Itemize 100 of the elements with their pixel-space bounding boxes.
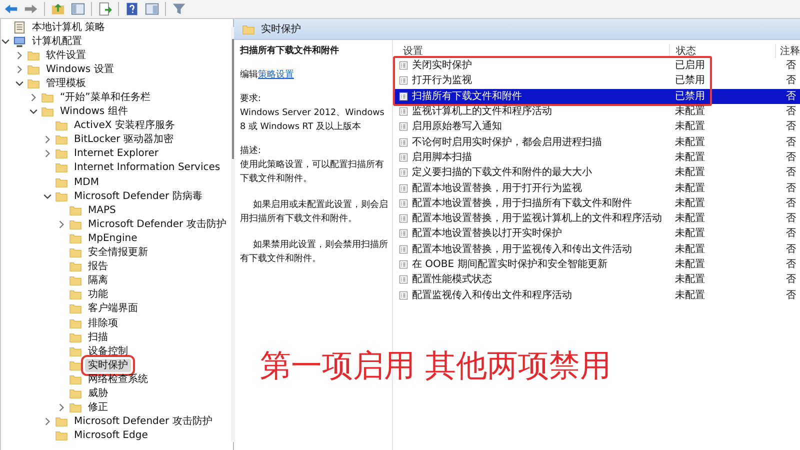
tree-item[interactable]: Internet Information Services — [71, 161, 224, 174]
policy-row[interactable]: 配置本地设置替换，用于监视计算机上的文件和程序活动 未配置 否 — [393, 210, 800, 226]
policy-row[interactable]: 配置本地设置替换，用于监视传入和传出文件活动 未配置 否 — [393, 242, 800, 257]
policy-row[interactable]: 配置监视传入和传出文件和程序活动 未配置 否 — [393, 287, 800, 303]
properties-icon[interactable] — [145, 2, 159, 16]
tree-item[interactable]: 功能 — [85, 288, 111, 302]
folder-icon — [55, 119, 68, 132]
tree-item[interactable]: Windows 设置 — [43, 62, 117, 76]
setting-icon — [399, 260, 408, 269]
collapse-chevron-icon[interactable] — [43, 192, 52, 201]
tree-item[interactable]: “开始”菜单和任务栏 — [57, 91, 154, 104]
collapse-chevron-icon[interactable] — [1, 36, 10, 46]
folder-icon — [55, 161, 68, 174]
tree-item[interactable]: Internet Explorer — [71, 147, 162, 160]
tree-item[interactable]: 实时保护 — [85, 358, 131, 372]
tree-item[interactable]: MpEngine — [85, 232, 140, 245]
setting-icon — [399, 229, 408, 238]
folder-icon — [69, 232, 82, 245]
policy-row[interactable]: 扫描所有下载文件和附件 已禁用 否 — [393, 88, 800, 104]
policy-row[interactable]: 配置本地设置替换，用于扫描所有下载文件和附件 未配置 否 — [393, 196, 800, 211]
expand-chevron-icon[interactable] — [57, 403, 66, 412]
scrollbar[interactable] — [231, 27, 236, 442]
folder-icon — [55, 176, 68, 189]
collapse-chevron-icon[interactable] — [29, 107, 38, 116]
tree-item[interactable]: MDM — [71, 176, 102, 189]
tree-item[interactable]: 扫描 — [85, 330, 111, 344]
expand-chevron-icon[interactable] — [29, 93, 38, 102]
tree-item[interactable]: BitLocker 驱动器加密 — [71, 133, 176, 146]
setting-icon — [399, 61, 408, 70]
expand-chevron-icon[interactable] — [15, 64, 24, 74]
folder-icon — [69, 386, 82, 400]
tree-item[interactable]: 软件设置 — [43, 48, 89, 62]
tree-item[interactable]: 安全情报更新 — [85, 246, 151, 260]
expand-chevron-icon[interactable] — [43, 135, 52, 144]
policy-row[interactable]: 关闭实时保护 已启用 否 — [393, 58, 800, 74]
setting-icon — [399, 152, 408, 162]
folder-icon — [69, 358, 82, 372]
back-arrow-icon[interactable] — [4, 2, 18, 16]
policy-row[interactable]: 启用原始卷写入通知 未配置 否 — [393, 119, 800, 134]
folder-icon — [69, 344, 82, 358]
requirements-text: Windows Server 2012、Windows 8 或 Windows RT 及以上版本 — [240, 107, 386, 134]
tree-item[interactable]: 报告 — [85, 260, 111, 274]
folder-icon — [27, 62, 40, 76]
tree-item[interactable]: 隔离 — [85, 274, 111, 288]
policy-row[interactable]: 在 OOBE 期间配置实时保护和安全智能更新 未配置 否 — [393, 256, 800, 272]
tree-item[interactable]: 设备控制 — [85, 344, 131, 358]
expand-chevron-icon[interactable] — [15, 50, 24, 60]
policy-row[interactable]: 配置性能模式状态 未配置 否 — [393, 272, 800, 288]
tree-item[interactable]: 计算机配置 — [29, 34, 85, 48]
collapse-chevron-icon[interactable] — [15, 78, 24, 88]
tree-item[interactable]: Windows 组件 — [57, 105, 131, 118]
description-text: 如果禁用此设置，则会禁用扫描所有下载文件和附件。 — [240, 238, 390, 266]
folder-icon — [41, 105, 54, 118]
folder-up-icon[interactable] — [51, 2, 65, 16]
tree-item[interactable]: 本地计算机 策略 — [29, 20, 108, 34]
column-header[interactable]: 状态 — [670, 44, 776, 58]
forward-arrow-icon[interactable] — [24, 2, 38, 16]
column-header[interactable]: 注释 — [776, 44, 800, 58]
policy-row[interactable]: 配置本地设置替换以打开实时保护 未配置 否 — [393, 226, 800, 242]
expand-chevron-icon[interactable] — [43, 149, 52, 158]
help-icon[interactable] — [125, 2, 139, 16]
setting-icon — [399, 290, 408, 300]
tree-item[interactable]: 管理模板 — [43, 76, 89, 90]
folder-icon — [69, 218, 82, 231]
policy-title: 扫描所有下载文件和附件 — [240, 44, 340, 58]
policy-row[interactable]: 启用脚本扫描 未配置 否 — [393, 150, 800, 166]
policy-row[interactable]: 打开行为监视 已禁用 否 — [393, 73, 800, 89]
panel-icon[interactable] — [71, 2, 85, 16]
tree-item[interactable]: 网络检查系统 — [85, 372, 151, 386]
tree-item[interactable]: 排除项 — [85, 316, 121, 330]
expand-chevron-icon[interactable] — [57, 220, 66, 229]
column-header[interactable]: 设置 — [393, 44, 670, 58]
tree-item[interactable]: Microsoft Edge — [71, 429, 151, 442]
folder-icon — [41, 91, 54, 104]
setting-icon — [399, 244, 408, 254]
policy-row[interactable]: 监视计算机上的文件和程序活动 未配置 否 — [393, 104, 800, 120]
setting-icon — [399, 184, 408, 193]
expand-chevron-icon[interactable] — [43, 417, 52, 426]
setting-icon — [399, 92, 408, 101]
description-text: 如果启用或未配置此设置，则会启用扫描所有下载文件和附件。 — [240, 198, 390, 226]
tree-item[interactable]: 修正 — [85, 401, 111, 414]
policy-row[interactable]: 配置本地设置替换，用于打开行为监视 未配置 否 — [393, 180, 800, 196]
folder-icon — [69, 372, 82, 386]
description-text: 使用此策略设置，可以配置扫描所有下载文件和附件。 — [240, 158, 385, 186]
policy-row[interactable]: 定义要扫描的下载文件和附件的最大大小 未配置 否 — [393, 165, 800, 180]
folder-icon — [69, 330, 82, 344]
export-list-icon[interactable] — [98, 2, 112, 16]
tree-item[interactable]: Microsoft Defender 攻击防护 — [85, 218, 230, 231]
policy-settings-link[interactable]: 策略设置 — [258, 70, 294, 80]
filter-icon[interactable] — [172, 2, 186, 16]
tree-item[interactable]: 客户端界面 — [85, 302, 141, 316]
folder-icon — [69, 288, 82, 302]
tree-item[interactable]: ActiveX 安装程序服务 — [71, 119, 178, 132]
folder-icon — [69, 316, 82, 330]
tree-item[interactable]: MAPS — [85, 204, 119, 217]
tree-item[interactable]: 威胁 — [85, 386, 111, 400]
policy-row[interactable]: 不论何时启用实时保护，都会启用进程扫描 未配置 否 — [393, 134, 800, 150]
tree-item[interactable]: Microsoft Defender 防病毒 — [71, 190, 206, 203]
tree-item[interactable]: Microsoft Defender 攻击防护 — [71, 415, 216, 428]
setting-icon — [399, 214, 408, 224]
